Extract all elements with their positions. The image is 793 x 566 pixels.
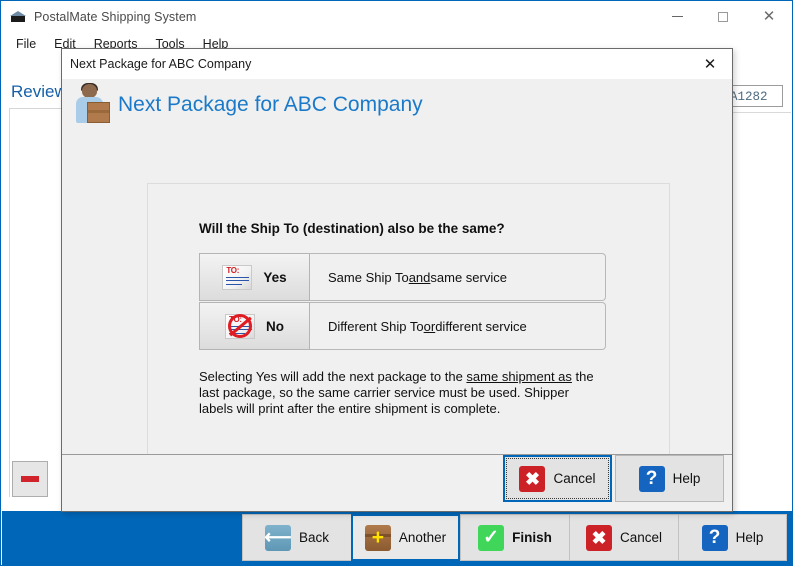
no-shipping-label-icon: TO: xyxy=(225,313,255,339)
screen: PostalMate Shipping System ✕ File Edit R… xyxy=(0,0,793,566)
shipper-person-with-box-icon xyxy=(70,83,112,127)
dialog-help-label: Help xyxy=(672,471,701,486)
choice-no-description[interactable]: Different Ship To or different service xyxy=(310,302,606,350)
back-arrow-icon: ⟵ xyxy=(264,524,292,551)
blue-question-icon: ? xyxy=(638,465,665,492)
dialog-cancel-button[interactable]: ✖ Cancel xyxy=(503,455,612,502)
minimize-icon[interactable] xyxy=(654,1,700,32)
dialog-footer: ✖ Cancel ? Help xyxy=(62,455,732,502)
choice-no-desc-part2: different service xyxy=(435,318,527,334)
toolbar-cancel-label: Cancel xyxy=(619,530,663,545)
package-icon xyxy=(10,9,26,25)
choice-no-desc-underlined: or xyxy=(423,318,436,334)
toolbar-help-button[interactable]: ? Help xyxy=(678,514,787,561)
choice-yes-desc-part2: same service xyxy=(430,269,507,285)
choice-yes-icon-cell[interactable]: TO: Yes xyxy=(199,253,310,301)
red-x-icon: ✖ xyxy=(585,524,612,551)
choice-yes-label: Yes xyxy=(263,269,287,285)
bottom-toolbar: ⟵ Back + Another ✓ Finish ✖ Cancel ? Hel… xyxy=(2,511,792,566)
add-package-icon: + xyxy=(364,524,391,551)
dialog-footer-button-group: ✖ Cancel ? Help xyxy=(503,455,724,502)
explanation-part1: Selecting Yes will add the next package … xyxy=(199,369,467,384)
red-x-icon: ✖ xyxy=(519,465,546,492)
dialog-title: Next Package for ABC Company xyxy=(70,57,252,71)
dialog-close-icon[interactable]: ✕ xyxy=(688,49,732,79)
toolbar-another-label: Another xyxy=(398,530,447,545)
dialog-titlebar: Next Package for ABC Company ✕ xyxy=(62,49,732,79)
minus-icon xyxy=(21,476,39,482)
choice-no[interactable]: TO: No Different Ship To or different se… xyxy=(199,302,606,350)
blue-question-icon: ? xyxy=(701,524,728,551)
choice-no-label: No xyxy=(266,318,284,334)
toolbar-finish-label: Finish xyxy=(512,530,552,545)
choice-no-desc-part1: Different Ship To xyxy=(328,318,424,334)
choice-list: TO: Yes Same Ship To and same service TO… xyxy=(199,253,606,351)
toolbar-back-label: Back xyxy=(298,530,329,545)
choice-yes-desc-part1: Same Ship To xyxy=(328,269,409,285)
menu-item-file[interactable]: File xyxy=(7,34,45,54)
toolbar-cancel-button[interactable]: ✖ Cancel xyxy=(569,514,678,561)
dialog-cancel-label: Cancel xyxy=(553,471,596,486)
review-heading: Review xyxy=(11,82,67,101)
toolbar-another-button[interactable]: + Another xyxy=(351,514,460,561)
reference-field[interactable]: A1282 xyxy=(725,85,783,107)
choice-yes[interactable]: TO: Yes Same Ship To and same service xyxy=(199,253,606,301)
toolbar-finish-button[interactable]: ✓ Finish xyxy=(460,514,569,561)
toolbar-help-label: Help xyxy=(735,530,764,545)
close-icon[interactable]: ✕ xyxy=(746,1,792,32)
toolbar-back-button[interactable]: ⟵ Back xyxy=(242,514,351,561)
question-text: Will the Ship To (destination) also be t… xyxy=(199,221,505,236)
shipping-label-icon: TO: xyxy=(222,264,253,290)
dialog-help-button[interactable]: ? Help xyxy=(615,455,724,502)
explanation-text: Selecting Yes will add the next package … xyxy=(199,369,597,417)
maximize-icon[interactable] xyxy=(700,1,746,32)
toolbar-button-group: ⟵ Back + Another ✓ Finish ✖ Cancel ? Hel… xyxy=(242,514,787,561)
window-controls: ✕ xyxy=(654,1,792,32)
choice-no-icon-cell[interactable]: TO: No xyxy=(199,302,310,350)
dialog-content: Will the Ship To (destination) also be t… xyxy=(62,131,732,502)
choice-yes-desc-underlined: and xyxy=(408,269,431,285)
next-package-dialog: Next Package for ABC Company ✕ Next Pack… xyxy=(61,48,733,512)
question-panel: Will the Ship To (destination) also be t… xyxy=(147,183,670,455)
dialog-header-title: Next Package for ABC Company xyxy=(118,93,423,116)
application-title: PostalMate Shipping System xyxy=(34,9,197,24)
application-titlebar: PostalMate Shipping System ✕ xyxy=(1,1,792,32)
choice-yes-description[interactable]: Same Ship To and same service xyxy=(310,253,606,301)
dialog-header: Next Package for ABC Company xyxy=(62,79,732,131)
explanation-underlined: same shipment as xyxy=(466,369,572,384)
remove-button[interactable] xyxy=(12,461,48,497)
green-check-icon: ✓ xyxy=(478,524,505,551)
